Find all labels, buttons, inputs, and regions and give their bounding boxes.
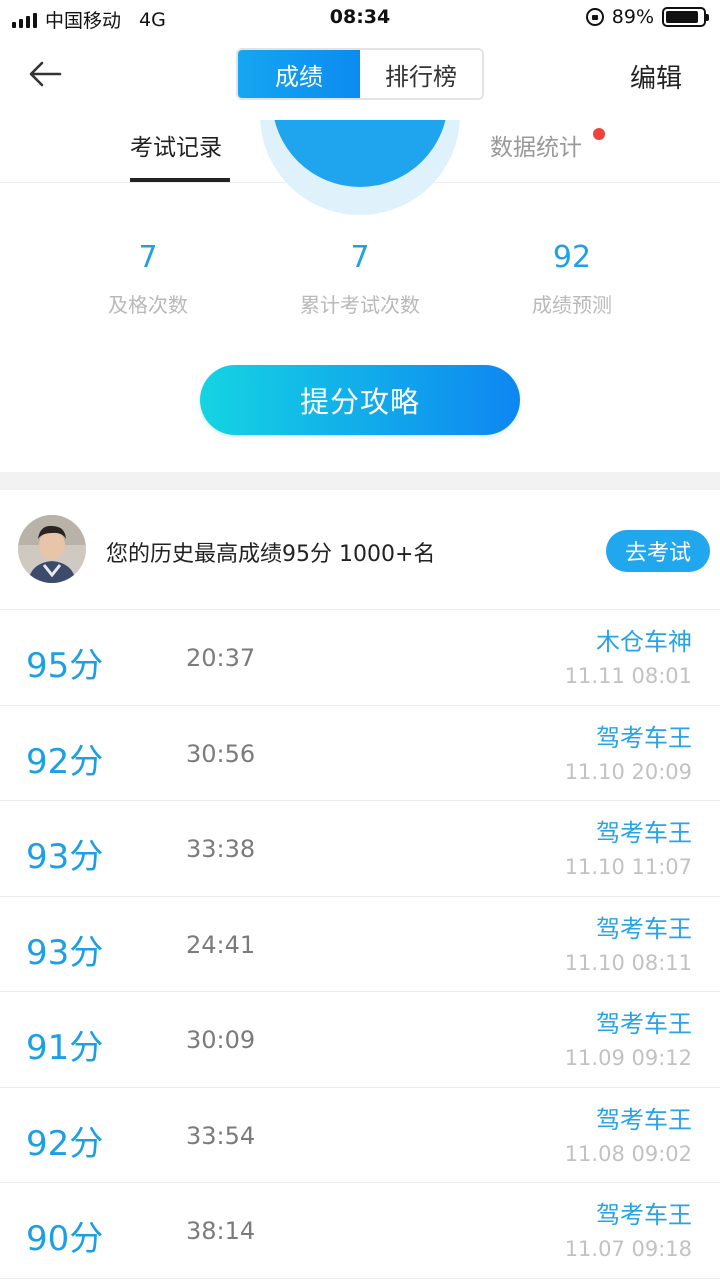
tab-data-stats[interactable]: 数据统计 (490, 128, 582, 162)
best-score-row: 您的历史最高成绩95分 1000+名 去考试 (0, 490, 720, 610)
record-score: 92分 (26, 741, 104, 782)
back-button[interactable] (24, 52, 68, 96)
section-divider (0, 472, 720, 490)
record-score: 91分 (26, 1028, 104, 1068)
stat-score-prediction: 92 成绩预测 (452, 240, 692, 318)
orientation-lock-icon (585, 8, 604, 26)
record-score: 90分 (26, 1219, 104, 1259)
record-date: 11.11 08:01 (564, 664, 692, 688)
record-date: 11.10 20:09 (564, 759, 692, 784)
battery-fill (666, 11, 699, 23)
record-date: 11.10 11:07 (564, 855, 692, 879)
exam-record-list: 95分 20:37 木仓车神 11.11 08:01 92分 30:56 驾考车王 11.10… (0, 610, 720, 1279)
stat-value: 7 (138, 240, 158, 275)
record-title: 驾考车王 (596, 723, 692, 752)
back-arrow-icon (29, 61, 62, 87)
stat-label: 及格次数 (108, 293, 188, 317)
notification-dot (593, 128, 605, 140)
record-score: 93分 (26, 837, 104, 877)
score-tips-button[interactable]: 提分攻略 (200, 365, 520, 435)
record-duration: 30:56 (186, 739, 256, 768)
stat-value: 92 (552, 240, 592, 275)
score-gauge (260, 120, 460, 215)
battery-percent: 89% (611, 6, 654, 28)
record-title: 驾考车王 (596, 1201, 692, 1229)
record-date: 11.08 09:02 (564, 1141, 692, 1166)
record-duration: 20:37 (186, 644, 256, 672)
edit-button[interactable]: 编辑 (630, 58, 682, 95)
record-duration: 30:09 (186, 1026, 256, 1054)
record-score: 95分 (26, 646, 104, 686)
record-duration: 24:41 (186, 930, 256, 959)
record-title: 驾考车王 (596, 1010, 692, 1038)
best-score-text: 您的历史最高成绩95分 1000+名 (106, 542, 436, 567)
nav-bar: 成绩 排行榜 编辑 (0, 38, 720, 110)
tab-active-indicator (130, 178, 230, 182)
record-duration: 33:54 (186, 1121, 256, 1150)
record-row[interactable]: 93分 33:38 驾考车王 11.10 11:07 (0, 801, 720, 897)
record-date: 11.07 09:18 (564, 1237, 692, 1261)
record-row[interactable]: 92分 30:56 驾考车王 11.10 20:09 (0, 706, 720, 801)
record-date: 11.10 08:11 (564, 950, 692, 975)
stat-label: 成绩预测 (532, 293, 612, 317)
record-date: 11.09 09:12 (564, 1046, 692, 1070)
record-duration: 33:38 (186, 835, 256, 863)
status-bar: 中国移动 4G 08:34 89% (0, 0, 720, 38)
stat-total-exams: 7 累计考试次数 (240, 240, 480, 318)
avatar[interactable] (18, 515, 86, 583)
segment-leaderboard[interactable]: 排行榜 (360, 50, 482, 98)
record-row[interactable]: 92分 33:54 驾考车王 11.08 09:02 (0, 1088, 720, 1183)
record-score: 92分 (26, 1123, 104, 1164)
record-row[interactable]: 93分 24:41 驾考车王 11.10 08:11 (0, 897, 720, 992)
record-title: 木仓车神 (596, 628, 692, 656)
user-avatar-icon (18, 515, 86, 583)
record-duration: 38:14 (186, 1217, 256, 1245)
record-title: 驾考车王 (596, 914, 692, 943)
battery-icon (662, 7, 709, 27)
segment-control: 成绩 排行榜 (236, 48, 484, 100)
stat-pass-count: 7 及格次数 (28, 240, 268, 318)
tab-exam-records[interactable]: 考试记录 (130, 128, 222, 162)
record-score: 93分 (26, 932, 104, 973)
take-exam-button[interactable]: 去考试 (606, 530, 710, 572)
record-title: 驾考车王 (596, 819, 692, 847)
status-right: 89% (585, 6, 709, 28)
segment-scores[interactable]: 成绩 (238, 50, 360, 98)
stat-label: 累计考试次数 (300, 293, 420, 317)
record-row[interactable]: 95分 20:37 木仓车神 11.11 08:01 (0, 610, 720, 706)
record-title: 驾考车王 (596, 1105, 692, 1134)
record-row[interactable]: 91分 30:09 驾考车王 11.09 09:12 (0, 992, 720, 1088)
record-row[interactable]: 90分 38:14 驾考车王 11.07 09:18 (0, 1183, 720, 1279)
stat-value: 7 (350, 240, 370, 275)
